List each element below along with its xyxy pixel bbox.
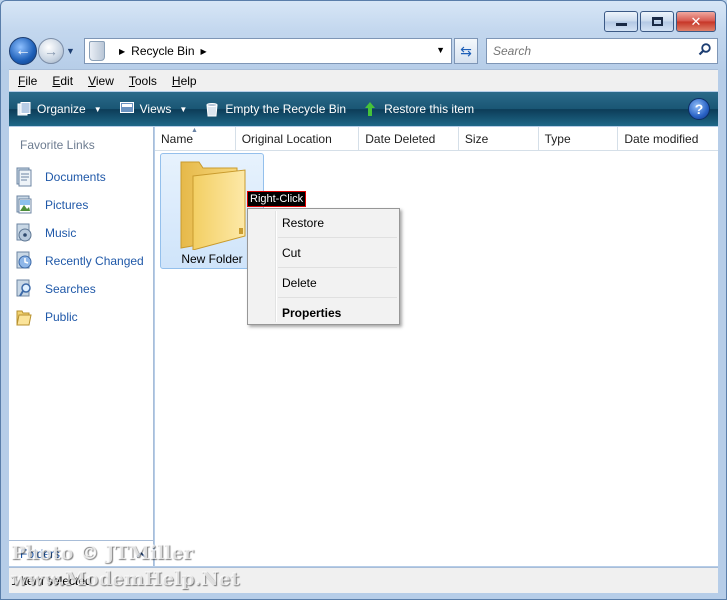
back-button[interactable]: ← xyxy=(9,37,37,65)
maximize-icon xyxy=(651,17,663,26)
address-dropdown-icon[interactable]: ▼ xyxy=(436,45,445,55)
searches-icon xyxy=(15,279,33,299)
favorite-link-label: Music xyxy=(45,226,77,240)
menu-tools[interactable]: Tools xyxy=(129,74,157,88)
recently-changed-icon xyxy=(15,251,33,271)
menu-view[interactable]: View xyxy=(88,74,114,88)
favorite-link-label: Pictures xyxy=(45,198,89,212)
context-menu-separator xyxy=(278,267,397,268)
search-input[interactable] xyxy=(493,44,673,58)
favorite-link-documents[interactable]: Documents xyxy=(15,163,144,191)
menu-help[interactable]: Help xyxy=(172,74,197,88)
help-icon: ? xyxy=(694,101,704,117)
context-menu-restore[interactable]: Restore xyxy=(282,216,324,230)
favorite-link-music[interactable]: Music xyxy=(15,219,144,247)
empty-recycle-bin-label: Empty the Recycle Bin xyxy=(225,102,347,116)
folders-label: Folders xyxy=(20,546,61,561)
recycle-bin-icon xyxy=(205,102,219,117)
column-header-original-location[interactable]: Original Location xyxy=(236,127,360,150)
favorite-link-pictures[interactable]: Pictures xyxy=(15,191,144,219)
organize-label: Organize xyxy=(37,102,86,116)
recycle-bin-icon xyxy=(89,41,105,61)
forward-arrow-icon: → xyxy=(44,43,58,59)
caption-buttons: ✕ xyxy=(604,11,716,32)
back-arrow-icon: ← xyxy=(15,42,31,59)
context-menu-properties[interactable]: Properties xyxy=(282,306,341,320)
status-text: 1 item selected xyxy=(11,573,92,588)
music-icon xyxy=(15,223,33,243)
breadcrumb-separator-icon[interactable]: ▶ xyxy=(201,47,207,56)
column-header-date-deleted[interactable]: Date Deleted xyxy=(359,127,459,150)
sort-ascending-icon: ▲ xyxy=(191,127,198,134)
close-icon: ✕ xyxy=(690,13,702,29)
chevron-down-icon: ▼ xyxy=(93,104,102,114)
file-list-pane: ▲ Name Original Location Date Deleted Si… xyxy=(155,127,718,566)
organize-button[interactable]: Organize ▼ xyxy=(17,92,102,126)
restore-item-label: Restore this item xyxy=(384,102,475,116)
menu-bar: File Edit View Tools Help xyxy=(9,69,718,91)
address-bar[interactable]: ▶ Recycle Bin ▶ ▼ xyxy=(84,38,452,64)
refresh-button[interactable]: ⇆ xyxy=(454,38,478,64)
favorite-link-searches[interactable]: Searches xyxy=(15,275,144,303)
context-menu-separator xyxy=(278,237,397,238)
favorite-link-label: Recently Changed xyxy=(45,254,144,268)
menu-edit[interactable]: Edit xyxy=(52,74,73,88)
folders-toggle[interactable]: Folders xyxy=(9,540,154,566)
status-bar: 1 item selected xyxy=(9,567,718,593)
restore-arrow-icon xyxy=(364,102,378,116)
recent-pages-dropdown[interactable]: ▼ xyxy=(66,46,78,56)
favorite-link-label: Documents xyxy=(45,170,106,184)
favorite-link-label: Searches xyxy=(45,282,96,296)
empty-recycle-bin-button[interactable]: Empty the Recycle Bin xyxy=(205,92,346,126)
restore-item-button[interactable]: Restore this item xyxy=(364,92,474,126)
column-header-date-modified[interactable]: Date modified xyxy=(618,127,718,150)
public-folder-icon xyxy=(15,307,33,327)
minimize-button[interactable] xyxy=(604,11,638,32)
refresh-icon: ⇆ xyxy=(460,42,472,59)
context-menu-delete[interactable]: Delete xyxy=(282,276,317,290)
views-icon xyxy=(119,102,134,116)
help-button[interactable]: ? xyxy=(688,98,710,120)
context-menu-separator xyxy=(278,297,397,298)
views-label: Views xyxy=(139,102,172,116)
navigation-bar: ← → ▼ ▶ Recycle Bin ▶ ▼ ⇆ xyxy=(9,37,718,65)
column-headers: ▲ Name Original Location Date Deleted Si… xyxy=(155,127,718,151)
favorite-links-list: Documents Pictures Music Recently Change… xyxy=(15,163,144,331)
column-header-type[interactable]: Type xyxy=(539,127,619,150)
close-button[interactable]: ✕ xyxy=(676,11,716,32)
folder-icon xyxy=(173,158,253,253)
menu-file[interactable]: File xyxy=(18,74,37,88)
explorer-window: ✕ ← → ▼ ▶ Recycle Bin ▶ ▼ ⇆ File Edit Vi… xyxy=(0,0,727,600)
pictures-icon xyxy=(15,195,33,215)
favorite-link-recently-changed[interactable]: Recently Changed xyxy=(15,247,144,275)
context-menu-cut[interactable]: Cut xyxy=(282,246,301,260)
favorite-link-label: Public xyxy=(45,310,78,324)
search-icon[interactable] xyxy=(698,43,711,59)
chevron-up-icon xyxy=(136,547,146,561)
minimize-icon xyxy=(615,23,627,26)
column-header-size[interactable]: Size xyxy=(459,127,539,150)
search-box[interactable] xyxy=(486,38,718,64)
favorite-link-public[interactable]: Public xyxy=(15,303,144,331)
column-header-name[interactable]: ▲ Name xyxy=(155,127,236,150)
forward-button[interactable]: → xyxy=(38,38,64,64)
chevron-down-icon: ▼ xyxy=(179,104,188,114)
maximize-button[interactable] xyxy=(640,11,674,32)
navigation-pane: Favorite Links Documents Pictures Music xyxy=(9,127,154,566)
favorite-links-heading: Favorite Links xyxy=(20,138,95,152)
breadcrumb-separator-icon[interactable]: ▶ xyxy=(119,47,125,56)
documents-icon xyxy=(15,167,33,187)
command-bar: Organize ▼ Views ▼ Empty the Recycle Bin… xyxy=(9,92,718,126)
organize-icon xyxy=(17,102,31,116)
context-menu: Restore Cut Delete Properties xyxy=(247,208,400,325)
views-button[interactable]: Views ▼ xyxy=(119,92,188,126)
breadcrumb-recycle-bin[interactable]: Recycle Bin xyxy=(131,44,194,58)
right-click-annotation: Right-Click xyxy=(247,191,307,207)
